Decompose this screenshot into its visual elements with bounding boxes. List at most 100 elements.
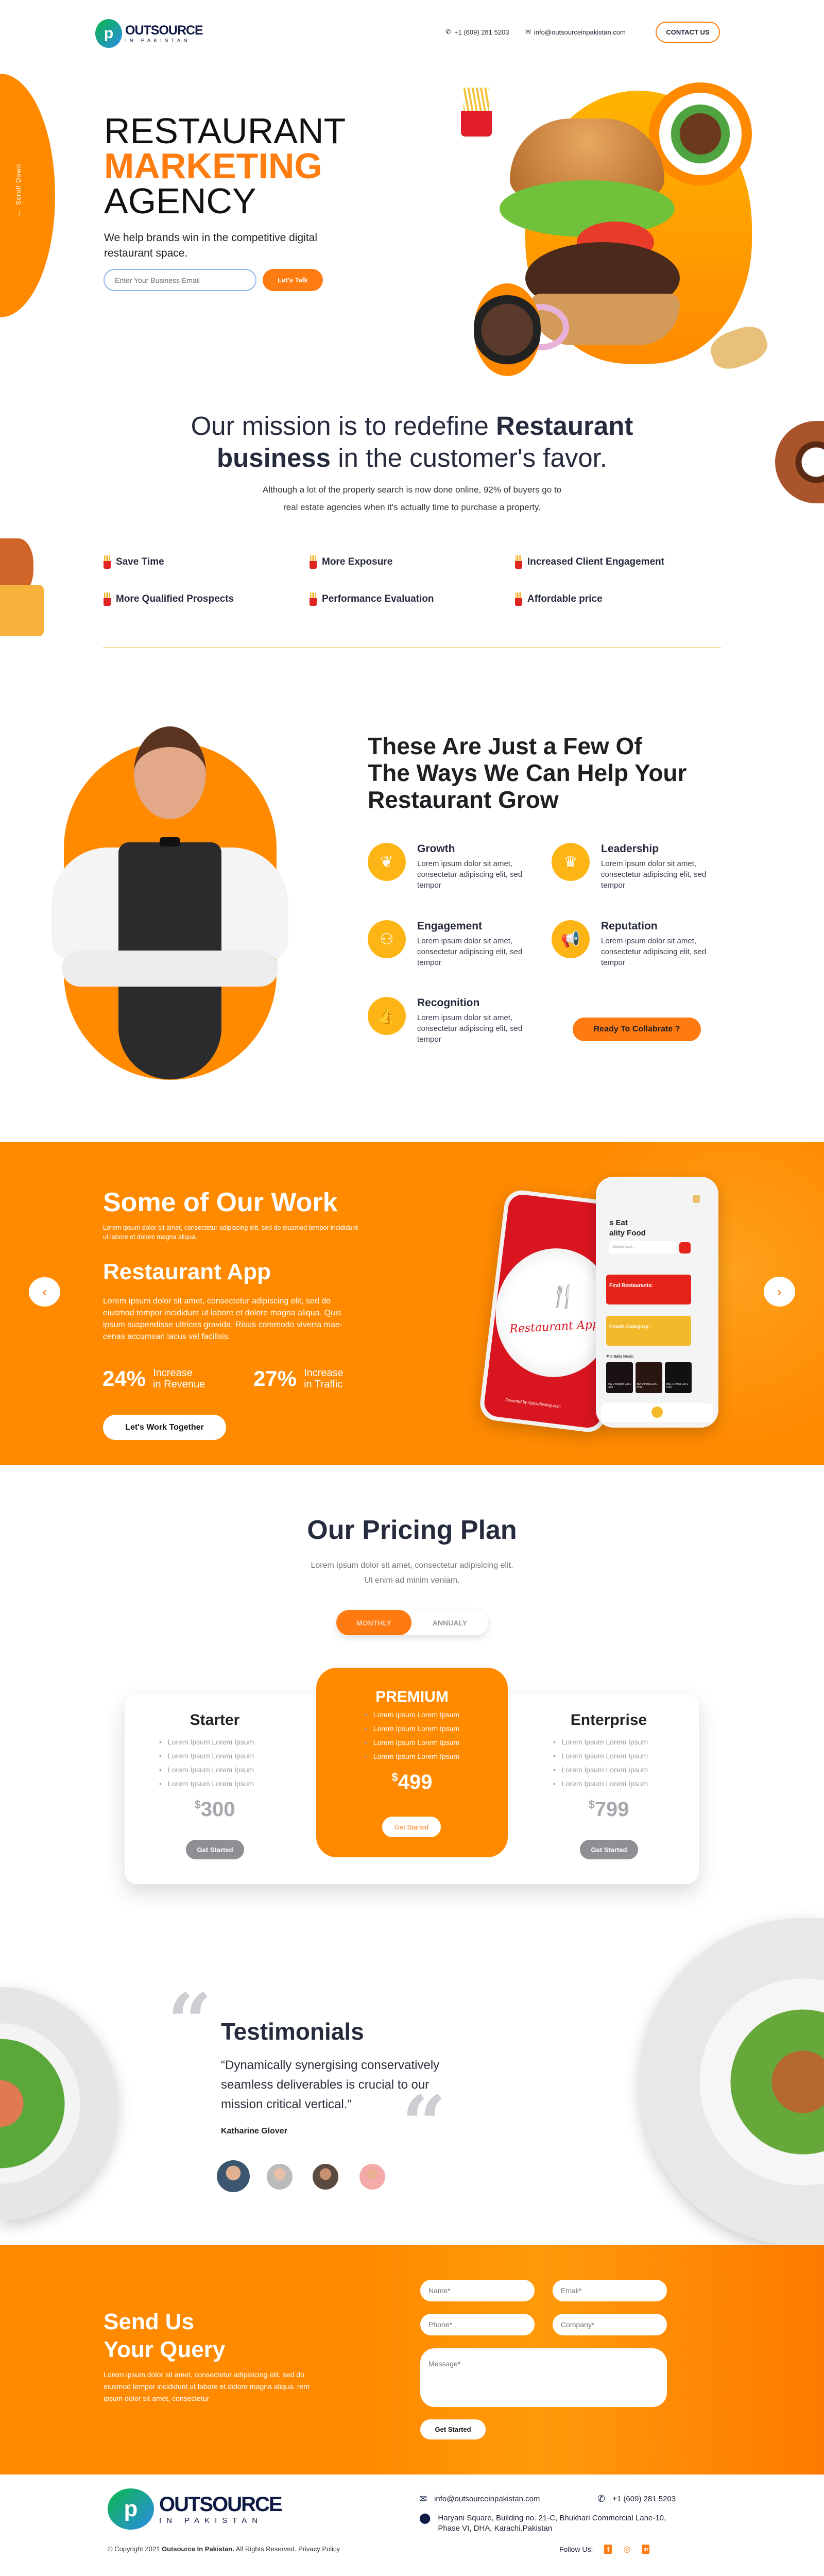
instagram-icon[interactable]: ◎: [623, 2544, 630, 2554]
plan-feature: Lorem Ipsum Lorem Ipsum: [159, 1777, 266, 1791]
mission-heading-post: in the customer's favor.: [331, 443, 608, 472]
avatar-4[interactable]: [359, 2164, 385, 2190]
plan-feature: Lorem Ipsum Lorem Ipsum: [159, 1749, 266, 1763]
name-input[interactable]: [420, 2280, 535, 2301]
plant-hand-icon: ❦: [368, 843, 406, 881]
premium-get-started-button[interactable]: Get Started: [382, 1817, 441, 1837]
plan-feature: Lorem Ipsum Lorem Ipsum: [365, 1736, 459, 1750]
salad-plate: [659, 93, 742, 175]
company-input[interactable]: [553, 2314, 667, 2335]
footer-phone[interactable]: ✆ +1 (609) 281 5203: [597, 2494, 676, 2504]
fries-box: [461, 88, 492, 137]
plan-features: Lorem Ipsum Lorem Ipsum Lorem Ipsum Lorem…: [159, 1735, 266, 1791]
avatar-3[interactable]: [313, 2164, 338, 2190]
lets-work-together-button[interactable]: Let's Work Together: [103, 1415, 226, 1440]
work-title: Some of Our Work: [103, 1188, 338, 1217]
splash-footer: Powered by Appsaberling.com: [505, 1397, 561, 1409]
header-email[interactable]: ✉ info@outsourceinpakistan.com: [525, 28, 626, 36]
help-item-reputation: 📢 Reputation Lorem ipsum dolor sit amet, …: [552, 920, 709, 968]
mockup-find-card: Find Restaurants:: [606, 1275, 691, 1304]
hero-title-line2: MARKETING: [104, 146, 322, 186]
mission-paragraph: Although a lot of the property search is…: [103, 481, 721, 516]
stat-label-line1: Increase: [153, 1367, 193, 1379]
footer-email[interactable]: ✉ info@outsourceinpakistan.com: [419, 2494, 540, 2504]
stat-label-line1: Increase: [304, 1367, 344, 1379]
pricing-subtitle: Lorem ipsum dolor sit amet, consectetur …: [0, 1558, 824, 1588]
hero-title-line1: RESTAURANT: [104, 111, 346, 151]
feature-label: Save Time: [116, 556, 164, 567]
plan-name: Enterprise: [570, 1711, 647, 1728]
scroll-down-link[interactable]: ← Scroll Down: [14, 164, 22, 216]
tab-monthly[interactable]: MONTHLY: [336, 1610, 411, 1635]
profile-avatar: [693, 1195, 700, 1203]
footer-phone-text: +1 (609) 281 5203: [612, 2495, 676, 2503]
fries-icon: [310, 555, 317, 569]
mission-heading-bold2: business: [216, 443, 331, 472]
feature-label: Performance Evaluation: [322, 594, 434, 604]
header-phone-text: +1 (609) 281 5203: [454, 28, 509, 36]
feature-performance-evaluation: Performance Evaluation: [310, 592, 434, 606]
facebook-icon[interactable]: f: [604, 2545, 612, 2554]
feature-label: Affordable price: [527, 594, 603, 604]
stat-traffic: 27% Increase in Traffic: [253, 1366, 344, 1391]
mockup-headline: s Eat ality Food: [609, 1218, 646, 1239]
avatar-1[interactable]: [217, 2160, 250, 2192]
linkedin-icon[interactable]: in: [642, 2545, 650, 2554]
feature-label: More Exposure: [322, 556, 393, 567]
enterprise-get-started-button[interactable]: Get Started: [580, 1840, 638, 1859]
mockup-deals-label: The Daily Deals:: [606, 1355, 634, 1359]
home-tab-icon: [651, 1406, 663, 1418]
business-email-input[interactable]: [104, 269, 256, 291]
plan-feature: Lorem Ipsum Lorem Ipsum: [553, 1763, 660, 1777]
fries-icon: [310, 592, 317, 606]
address-line2: Phase VI, DHA, Karachi.Pakistan: [438, 2524, 553, 2533]
follow-us-label: Follow Us:: [559, 2545, 593, 2553]
help-heading-line2: The Ways We Can Help Your: [368, 759, 687, 786]
contact-us-button[interactable]: CONTACT US: [656, 22, 720, 43]
hero-side-arc: [0, 74, 55, 317]
footer-logo[interactable]: p OUTSOURCE IN PAKISTAN: [108, 2488, 283, 2530]
currency-symbol: $: [588, 1798, 595, 1811]
avatar-2[interactable]: [267, 2164, 293, 2190]
phone-mockup-home: s Eat ality Food Search food... Find Rest…: [596, 1177, 718, 1428]
copyright: © Copyright 2021 Outsource In Pakistan. …: [108, 2545, 340, 2553]
project-description: Lorem ipsum dolor sit amet, consectetur …: [103, 1297, 343, 1341]
stat-value: 24%: [102, 1366, 146, 1391]
email-input[interactable]: [553, 2280, 667, 2301]
section-divider: [103, 647, 721, 648]
contact-title-line1: Send Us: [104, 2309, 195, 2334]
header-phone[interactable]: ✆ +1 (609) 281 5203: [445, 28, 509, 36]
logo-main-text: OUTSOURCE: [159, 2493, 283, 2516]
plan-feature: Lorem Ipsum Lorem Ipsum: [553, 1777, 660, 1791]
carousel-next-button[interactable]: ›: [764, 1277, 795, 1307]
plan-price: $499: [316, 1771, 508, 1794]
ready-to-collaborate-button[interactable]: Ready To Collabrate ?: [573, 1018, 701, 1041]
tab-annually[interactable]: ANNUALY: [411, 1610, 488, 1635]
megaphone-icon: 📢: [552, 920, 590, 958]
contact-submit-button[interactable]: Get Started: [420, 2419, 486, 2439]
lets-talk-button[interactable]: Let's Talk: [263, 269, 323, 291]
work-subtitle: Lorem ipsum dolor sit amet, consectetur …: [103, 1224, 358, 1241]
carousel-prev-button[interactable]: ‹: [29, 1277, 60, 1307]
starter-get-started-button[interactable]: Get Started: [186, 1840, 244, 1859]
plan-starter: Starter Lorem Ipsum Lorem IpsumLorem Ips…: [163, 1711, 266, 1821]
phone-input[interactable]: [420, 2314, 535, 2335]
message-textarea[interactable]: [420, 2348, 667, 2407]
fries-icon: [104, 555, 111, 569]
waiter-arms: [62, 951, 278, 987]
feature-more-exposure: More Exposure: [310, 555, 392, 569]
mockup-search: Search food...: [609, 1241, 676, 1253]
footer-address: ⬤ Haryani Square, Building no. 21-C, Bhu…: [419, 2513, 666, 2534]
mission-heading: Our mission is to redefine Restaurant bu…: [103, 410, 721, 474]
site-logo[interactable]: p OUTSOURCE IN PAKISTAN: [95, 19, 203, 48]
filter-icon: [679, 1242, 691, 1253]
fries-icon: [104, 592, 111, 606]
quote-open-icon: “: [167, 1977, 212, 2067]
mail-icon: ✉: [525, 28, 531, 36]
location-pin-icon: ⬤: [419, 2513, 431, 2524]
help-item-growth: ❦ Growth Lorem ipsum dolor sit amet, cons…: [368, 843, 525, 891]
copyright-post: All Rights Reserved. Privacy Policy: [234, 2545, 340, 2553]
thumbs-up-icon: 👍: [368, 997, 406, 1035]
help-item-leadership: ♛ Leadership Lorem ipsum dolor sit amet, …: [552, 843, 709, 891]
plan-feature: Lorem Ipsum Lorem Ipsum: [553, 1735, 660, 1749]
